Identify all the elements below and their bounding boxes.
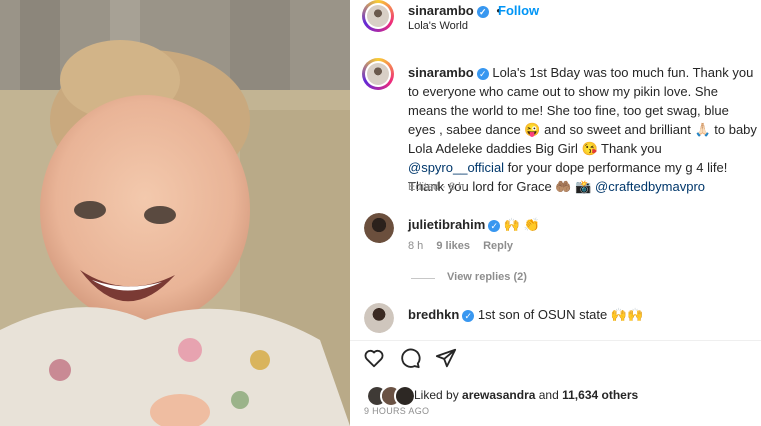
comment-verified-icon: ✓ — [488, 219, 501, 232]
heart-icon[interactable] — [363, 347, 385, 369]
liked-by-prefix: Liked by — [414, 388, 463, 402]
replies-divider — [411, 278, 435, 279]
comment-verified-icon: ✓ — [462, 309, 475, 322]
comment-avatar-julietibrahim[interactable] — [364, 213, 394, 243]
comment-avatar-bredhkn[interactable] — [364, 303, 394, 333]
mention-spyro[interactable]: @spyro__official — [408, 160, 504, 175]
paper-plane-icon[interactable] — [435, 347, 457, 369]
location-label[interactable]: Lola's World — [408, 20, 468, 32]
likes-count[interactable]: 11,634 others — [562, 388, 638, 402]
view-replies-button[interactable]: View replies (2) — [447, 271, 527, 283]
caption-username[interactable]: sinarambo — [408, 65, 474, 80]
comment-text: 🙌 👏 — [503, 217, 540, 232]
comment-likes[interactable]: 9 likes — [436, 240, 470, 252]
reply-button[interactable]: Reply — [483, 240, 513, 252]
post-author-avatar[interactable] — [362, 0, 394, 32]
baby-photo — [0, 0, 350, 426]
liked-by-text: Liked by arewasandra and 11,634 others — [414, 388, 638, 402]
mention-craftedbymavpro[interactable]: @craftedbymavpro — [595, 179, 705, 194]
caption-avatar[interactable] — [362, 58, 394, 90]
comment-username[interactable]: bredhkn — [408, 307, 459, 322]
comment-julietibrahim: julietibrahim ✓ 🙌 👏 — [408, 217, 540, 233]
verified-badge-icon: ✓ — [476, 5, 489, 18]
post-caption: sinarambo ✓ Lola's 1st Bday was too much … — [408, 63, 758, 196]
comment-icon[interactable] — [399, 347, 421, 369]
author-username-text[interactable]: sinarambo — [408, 3, 474, 18]
liker-avatar-3[interactable] — [394, 385, 416, 407]
comment-bredhkn: bredhkn ✓ 1st son of OSUN state 🙌🙌 — [408, 307, 643, 323]
comment-time: 8 h — [408, 240, 424, 252]
liked-by-user[interactable]: arewasandra — [462, 388, 535, 402]
comment-meta: 8 h 9 likes Reply — [408, 240, 513, 252]
liked-by-and: and — [535, 388, 563, 402]
caption-edited-time: Edited · 8 h — [408, 181, 465, 193]
comment-text: 1st son of OSUN state 🙌🙌 — [477, 307, 644, 322]
actions-divider — [350, 340, 761, 341]
caption-verified-icon: ✓ — [476, 67, 489, 80]
post-photo[interactable] — [0, 0, 350, 426]
post-timestamp[interactable]: 9 HOURS AGO — [364, 406, 429, 416]
follow-button[interactable]: Follow — [498, 3, 539, 18]
post-author-username[interactable]: sinarambo ✓ • — [408, 3, 501, 18]
comment-username[interactable]: julietibrahim — [408, 217, 485, 232]
